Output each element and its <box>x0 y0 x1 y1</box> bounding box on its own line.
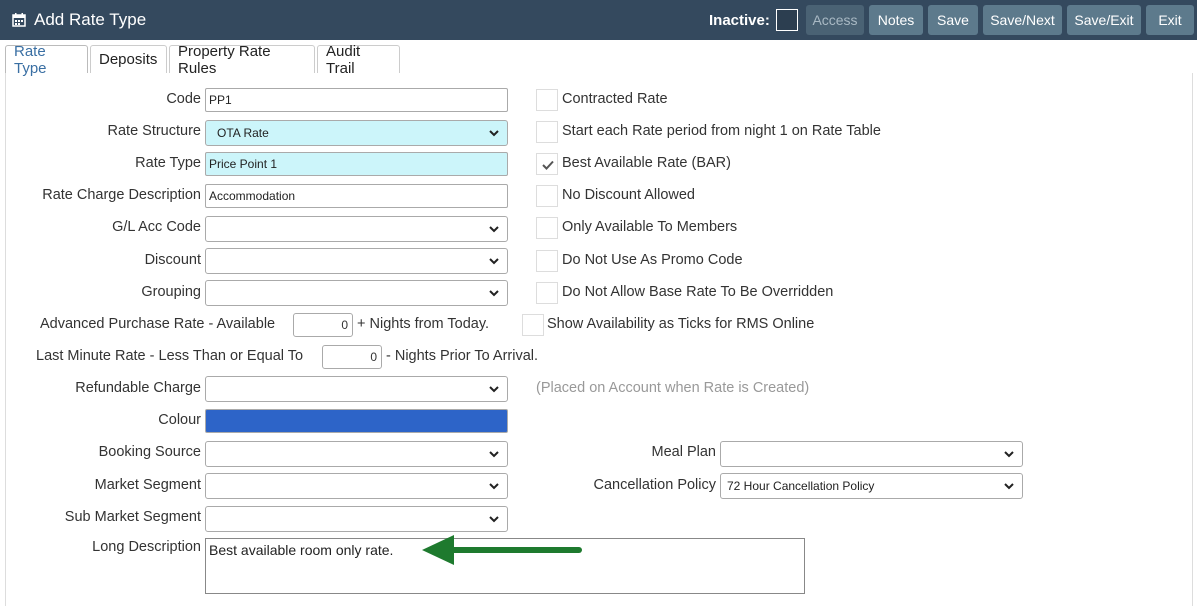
only-available-to-members-label: Only Available To Members <box>562 219 738 235</box>
show-availability-ticks-label: Show Availability as Ticks for RMS Onlin… <box>547 316 815 332</box>
cancellation-policy-select[interactable]: 72 Hour Cancellation Policy <box>720 473 1023 499</box>
last-minute-suffix: - Nights Prior To Arrival. <box>386 348 539 364</box>
tab-audit-trail[interactable]: Audit Trail <box>317 43 400 77</box>
chevron-down-icon <box>1004 483 1014 490</box>
do-not-use-as-promo-code-checkbox[interactable] <box>536 250 558 272</box>
notes-button[interactable]: Notes <box>869 5 923 35</box>
long-description-label: Long Description <box>92 539 201 555</box>
title-wrap: Add Rate Type <box>12 0 146 40</box>
form-panel <box>5 73 1193 606</box>
chevron-down-icon <box>489 516 499 523</box>
contracted-rate-label: Contracted Rate <box>562 91 668 107</box>
do-not-allow-base-rate-overridden-label: Do Not Allow Base Rate To Be Overridden <box>562 284 834 300</box>
do-not-use-as-promo-code-label: Do Not Use As Promo Code <box>562 252 743 268</box>
save-button[interactable]: Save <box>928 5 978 35</box>
only-available-to-members-checkbox[interactable] <box>536 217 558 239</box>
last-minute-input[interactable]: 0 <box>322 345 382 369</box>
refundable-charge-hint: (Placed on Account when Rate is Created) <box>536 380 810 396</box>
access-button[interactable]: Access <box>806 5 864 35</box>
sub-market-segment-label: Sub Market Segment <box>64 509 201 525</box>
refundable-charge-select[interactable] <box>205 376 508 402</box>
chevron-down-icon <box>489 386 499 393</box>
header-bar: Add Rate Type Inactive: Access Notes Sav… <box>0 0 1197 40</box>
cancellation-policy-value: 72 Hour Cancellation Policy <box>727 479 875 493</box>
chevron-down-icon <box>489 258 499 265</box>
show-availability-ticks-checkbox[interactable] <box>522 314 544 336</box>
rate-charge-description-label: Rate Charge Description <box>42 187 201 203</box>
discount-select[interactable] <box>205 248 508 274</box>
save-exit-button[interactable]: Save/Exit <box>1067 5 1141 35</box>
last-minute-label: Last Minute Rate - Less Than or Equal To <box>36 348 304 364</box>
sub-market-segment-select[interactable] <box>205 506 508 532</box>
cancellation-policy-label: Cancellation Policy <box>593 477 716 493</box>
advanced-purchase-input[interactable]: 0 <box>293 313 353 337</box>
no-discount-allowed-checkbox[interactable] <box>536 185 558 207</box>
start-each-rate-period-checkbox[interactable] <box>536 121 558 143</box>
rate-structure-label: Rate Structure <box>107 123 202 139</box>
contracted-rate-checkbox[interactable] <box>536 89 558 111</box>
colour-picker[interactable] <box>205 409 508 433</box>
meal-plan-select[interactable] <box>720 441 1023 467</box>
do-not-allow-base-rate-overridden-checkbox[interactable] <box>536 282 558 304</box>
rate-type-input[interactable]: Price Point 1 <box>205 152 508 176</box>
grouping-label: Grouping <box>141 284 201 300</box>
colour-label: Colour <box>158 412 201 428</box>
tab-property-rate-rules[interactable]: Property Rate Rules <box>169 43 315 77</box>
code-label: Code <box>166 91 201 107</box>
meal-plan-label: Meal Plan <box>651 444 716 460</box>
rate-charge-description-input[interactable]: Accommodation <box>205 184 508 208</box>
inactive-toggle: Inactive: <box>709 8 798 32</box>
refundable-charge-label: Refundable Charge <box>75 380 201 396</box>
chevron-down-icon <box>489 290 499 297</box>
booking-source-label: Booking Source <box>98 444 201 460</box>
gl-acc-code-label: G/L Acc Code <box>112 219 201 235</box>
discount-label: Discount <box>144 252 201 268</box>
tab-strip: Rate Type Deposits Property Rate Rules A… <box>5 43 402 77</box>
rate-structure-select[interactable]: OTA Rate <box>205 120 508 146</box>
start-each-rate-period-label: Start each Rate period from night 1 on R… <box>562 123 881 139</box>
chevron-down-icon <box>489 451 499 458</box>
tab-rate-type[interactable]: Rate Type <box>5 43 88 77</box>
code-input[interactable]: PP1 <box>205 88 508 112</box>
chevron-down-icon <box>489 130 499 137</box>
chevron-down-icon <box>489 483 499 490</box>
inactive-checkbox[interactable] <box>775 9 798 31</box>
inactive-label: Inactive: <box>709 11 770 29</box>
advanced-purchase-suffix: + Nights from Today. <box>357 316 490 332</box>
exit-button[interactable]: Exit <box>1146 5 1194 35</box>
booking-source-select[interactable] <box>205 441 508 467</box>
page-title: Add Rate Type <box>34 10 147 29</box>
arrow-left-icon <box>422 535 582 565</box>
chevron-down-icon <box>489 226 499 233</box>
chevron-down-icon <box>1004 451 1014 458</box>
gl-acc-code-select[interactable] <box>205 216 508 242</box>
rate-type-label: Rate Type <box>135 155 201 171</box>
rate-structure-value: OTA Rate <box>217 126 269 140</box>
best-available-rate-checkbox[interactable] <box>536 153 558 175</box>
best-available-rate-label: Best Available Rate (BAR) <box>562 155 731 171</box>
checkmark-icon <box>542 160 554 170</box>
market-segment-label: Market Segment <box>94 477 201 493</box>
grouping-select[interactable] <box>205 280 508 306</box>
tab-deposits[interactable]: Deposits <box>90 45 167 73</box>
no-discount-allowed-label: No Discount Allowed <box>562 187 695 203</box>
market-segment-select[interactable] <box>205 473 508 499</box>
save-next-button[interactable]: Save/Next <box>983 5 1062 35</box>
advanced-purchase-label: Advanced Purchase Rate - Available <box>40 316 276 332</box>
calendar-icon <box>12 13 26 27</box>
